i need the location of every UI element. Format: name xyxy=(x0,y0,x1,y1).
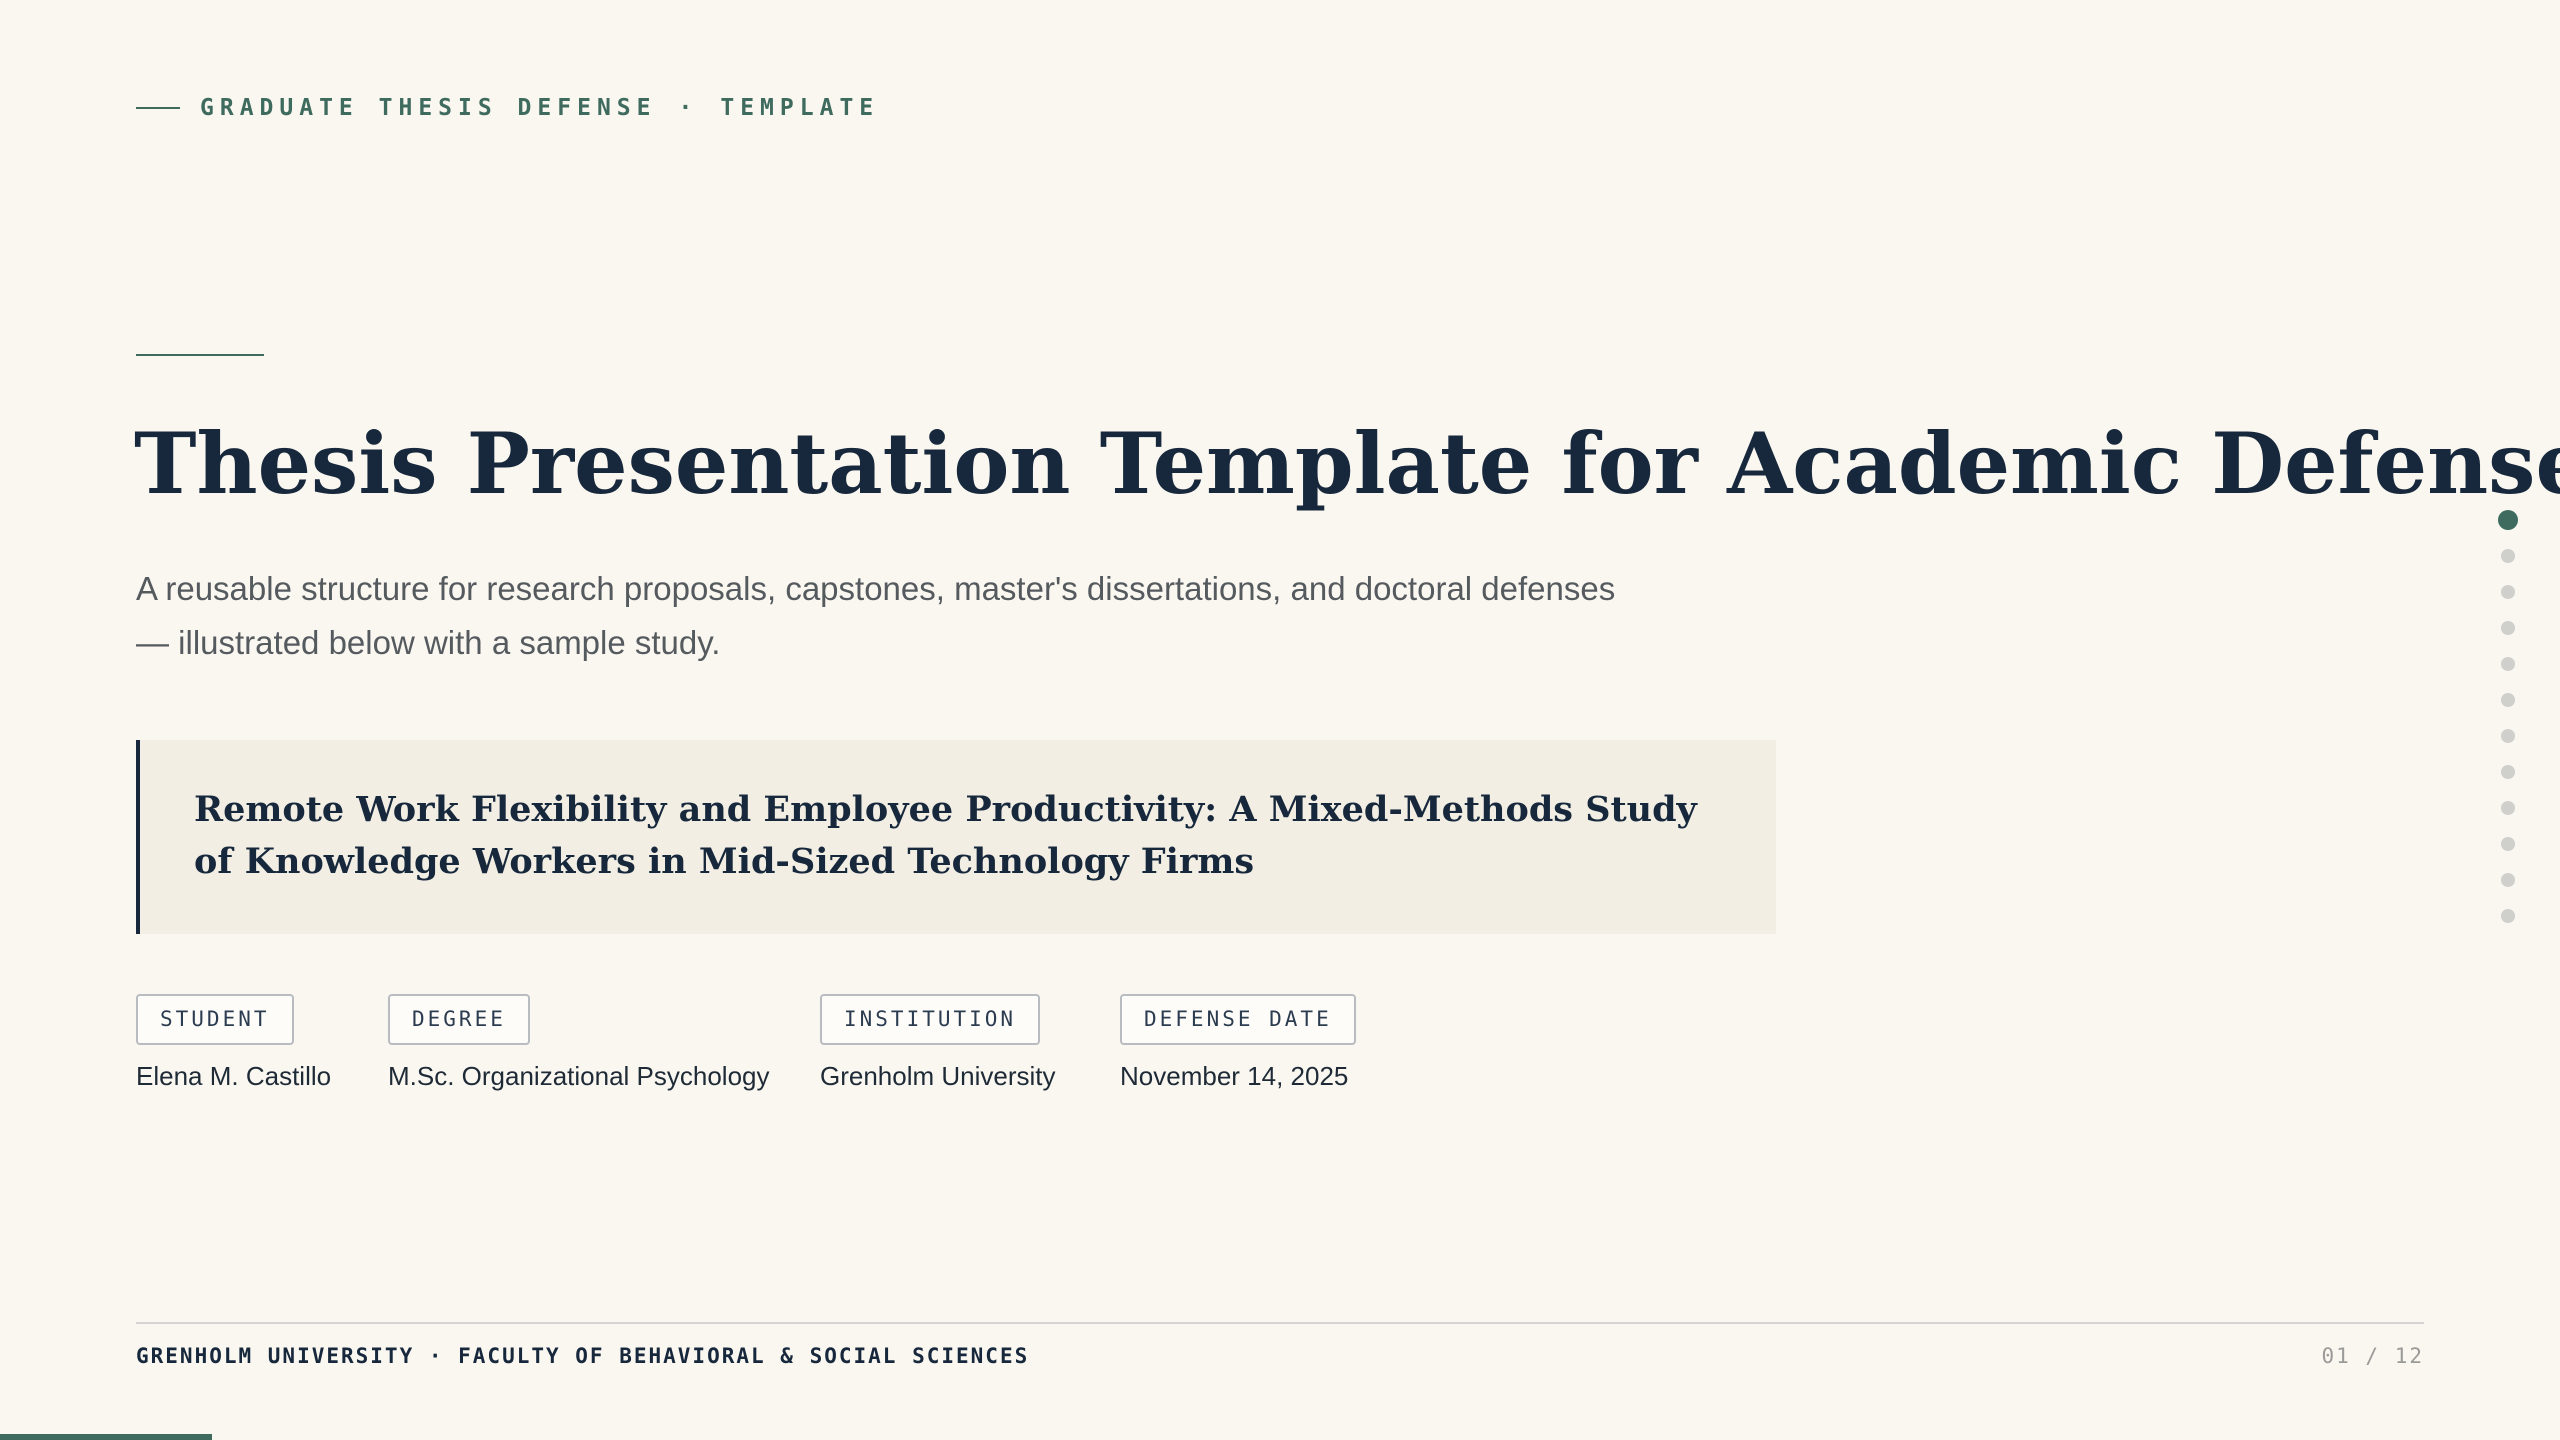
slide-title: Thesis Presentation Template for Academi… xyxy=(134,414,2560,513)
slide-dot-9[interactable] xyxy=(2501,801,2515,815)
meta-defense-date-value: November 14, 2025 xyxy=(1120,1061,1349,1091)
eyebrow-separator: · xyxy=(678,95,699,121)
meta-institution: INSTITUTION Grenholm University xyxy=(820,994,1056,1092)
meta-student: STUDENT Elena M. Castillo xyxy=(136,994,331,1092)
slide-dot-11[interactable] xyxy=(2501,873,2515,887)
study-title: Remote Work Flexibility and Employee Pro… xyxy=(194,789,1697,882)
meta-student-value: Elena M. Castillo xyxy=(136,1061,332,1091)
progress-bar xyxy=(0,1434,2560,1440)
footer-divider xyxy=(136,1322,2424,1324)
study-title-panel: Remote Work Flexibility and Employee Pro… xyxy=(136,740,1776,934)
meta-degree-label: DEGREE xyxy=(388,994,530,1045)
slide-navigation-dots xyxy=(2496,510,2520,945)
eyebrow-primary: GRADUATE THESIS DEFENSE xyxy=(200,95,657,121)
slide-subtitle: A reusable structure for research propos… xyxy=(136,570,1616,661)
meta-degree-value: M.Sc. Organizational Psychology xyxy=(388,1061,770,1091)
footer-institution: GRENHOLM UNIVERSITY · FACULTY OF BEHAVIO… xyxy=(136,1344,1030,1368)
slide-dot-5[interactable] xyxy=(2501,657,2515,671)
slide-dot-4[interactable] xyxy=(2501,621,2515,635)
title-accent-rule xyxy=(136,354,264,356)
meta-defense-date-label: DEFENSE DATE xyxy=(1120,994,1356,1045)
eyebrow-secondary: TEMPLATE xyxy=(720,95,880,121)
progress-bar-fill xyxy=(0,1434,213,1440)
page-indicator: 01 / 12 xyxy=(2321,1344,2424,1368)
slide-dot-1[interactable] xyxy=(2498,510,2518,530)
slide-dot-7[interactable] xyxy=(2501,729,2515,743)
meta-institution-label: INSTITUTION xyxy=(820,994,1041,1045)
header-eyebrow: GRADUATE THESIS DEFENSE · TEMPLATE xyxy=(136,92,879,124)
meta-degree: DEGREE M.Sc. Organizational Psychology xyxy=(388,994,770,1092)
slide-dot-6[interactable] xyxy=(2501,693,2515,707)
slide-dot-12[interactable] xyxy=(2501,909,2515,923)
eyebrow-rule xyxy=(136,107,180,109)
slide-dot-2[interactable] xyxy=(2501,549,2515,563)
slide-dot-3[interactable] xyxy=(2501,585,2515,599)
meta-defense-date: DEFENSE DATE November 14, 2025 xyxy=(1120,994,1356,1092)
meta-student-label: STUDENT xyxy=(136,994,294,1045)
slide-dot-10[interactable] xyxy=(2501,837,2515,851)
meta-institution-value: Grenholm University xyxy=(820,1061,1056,1091)
slide-dot-8[interactable] xyxy=(2501,765,2515,779)
